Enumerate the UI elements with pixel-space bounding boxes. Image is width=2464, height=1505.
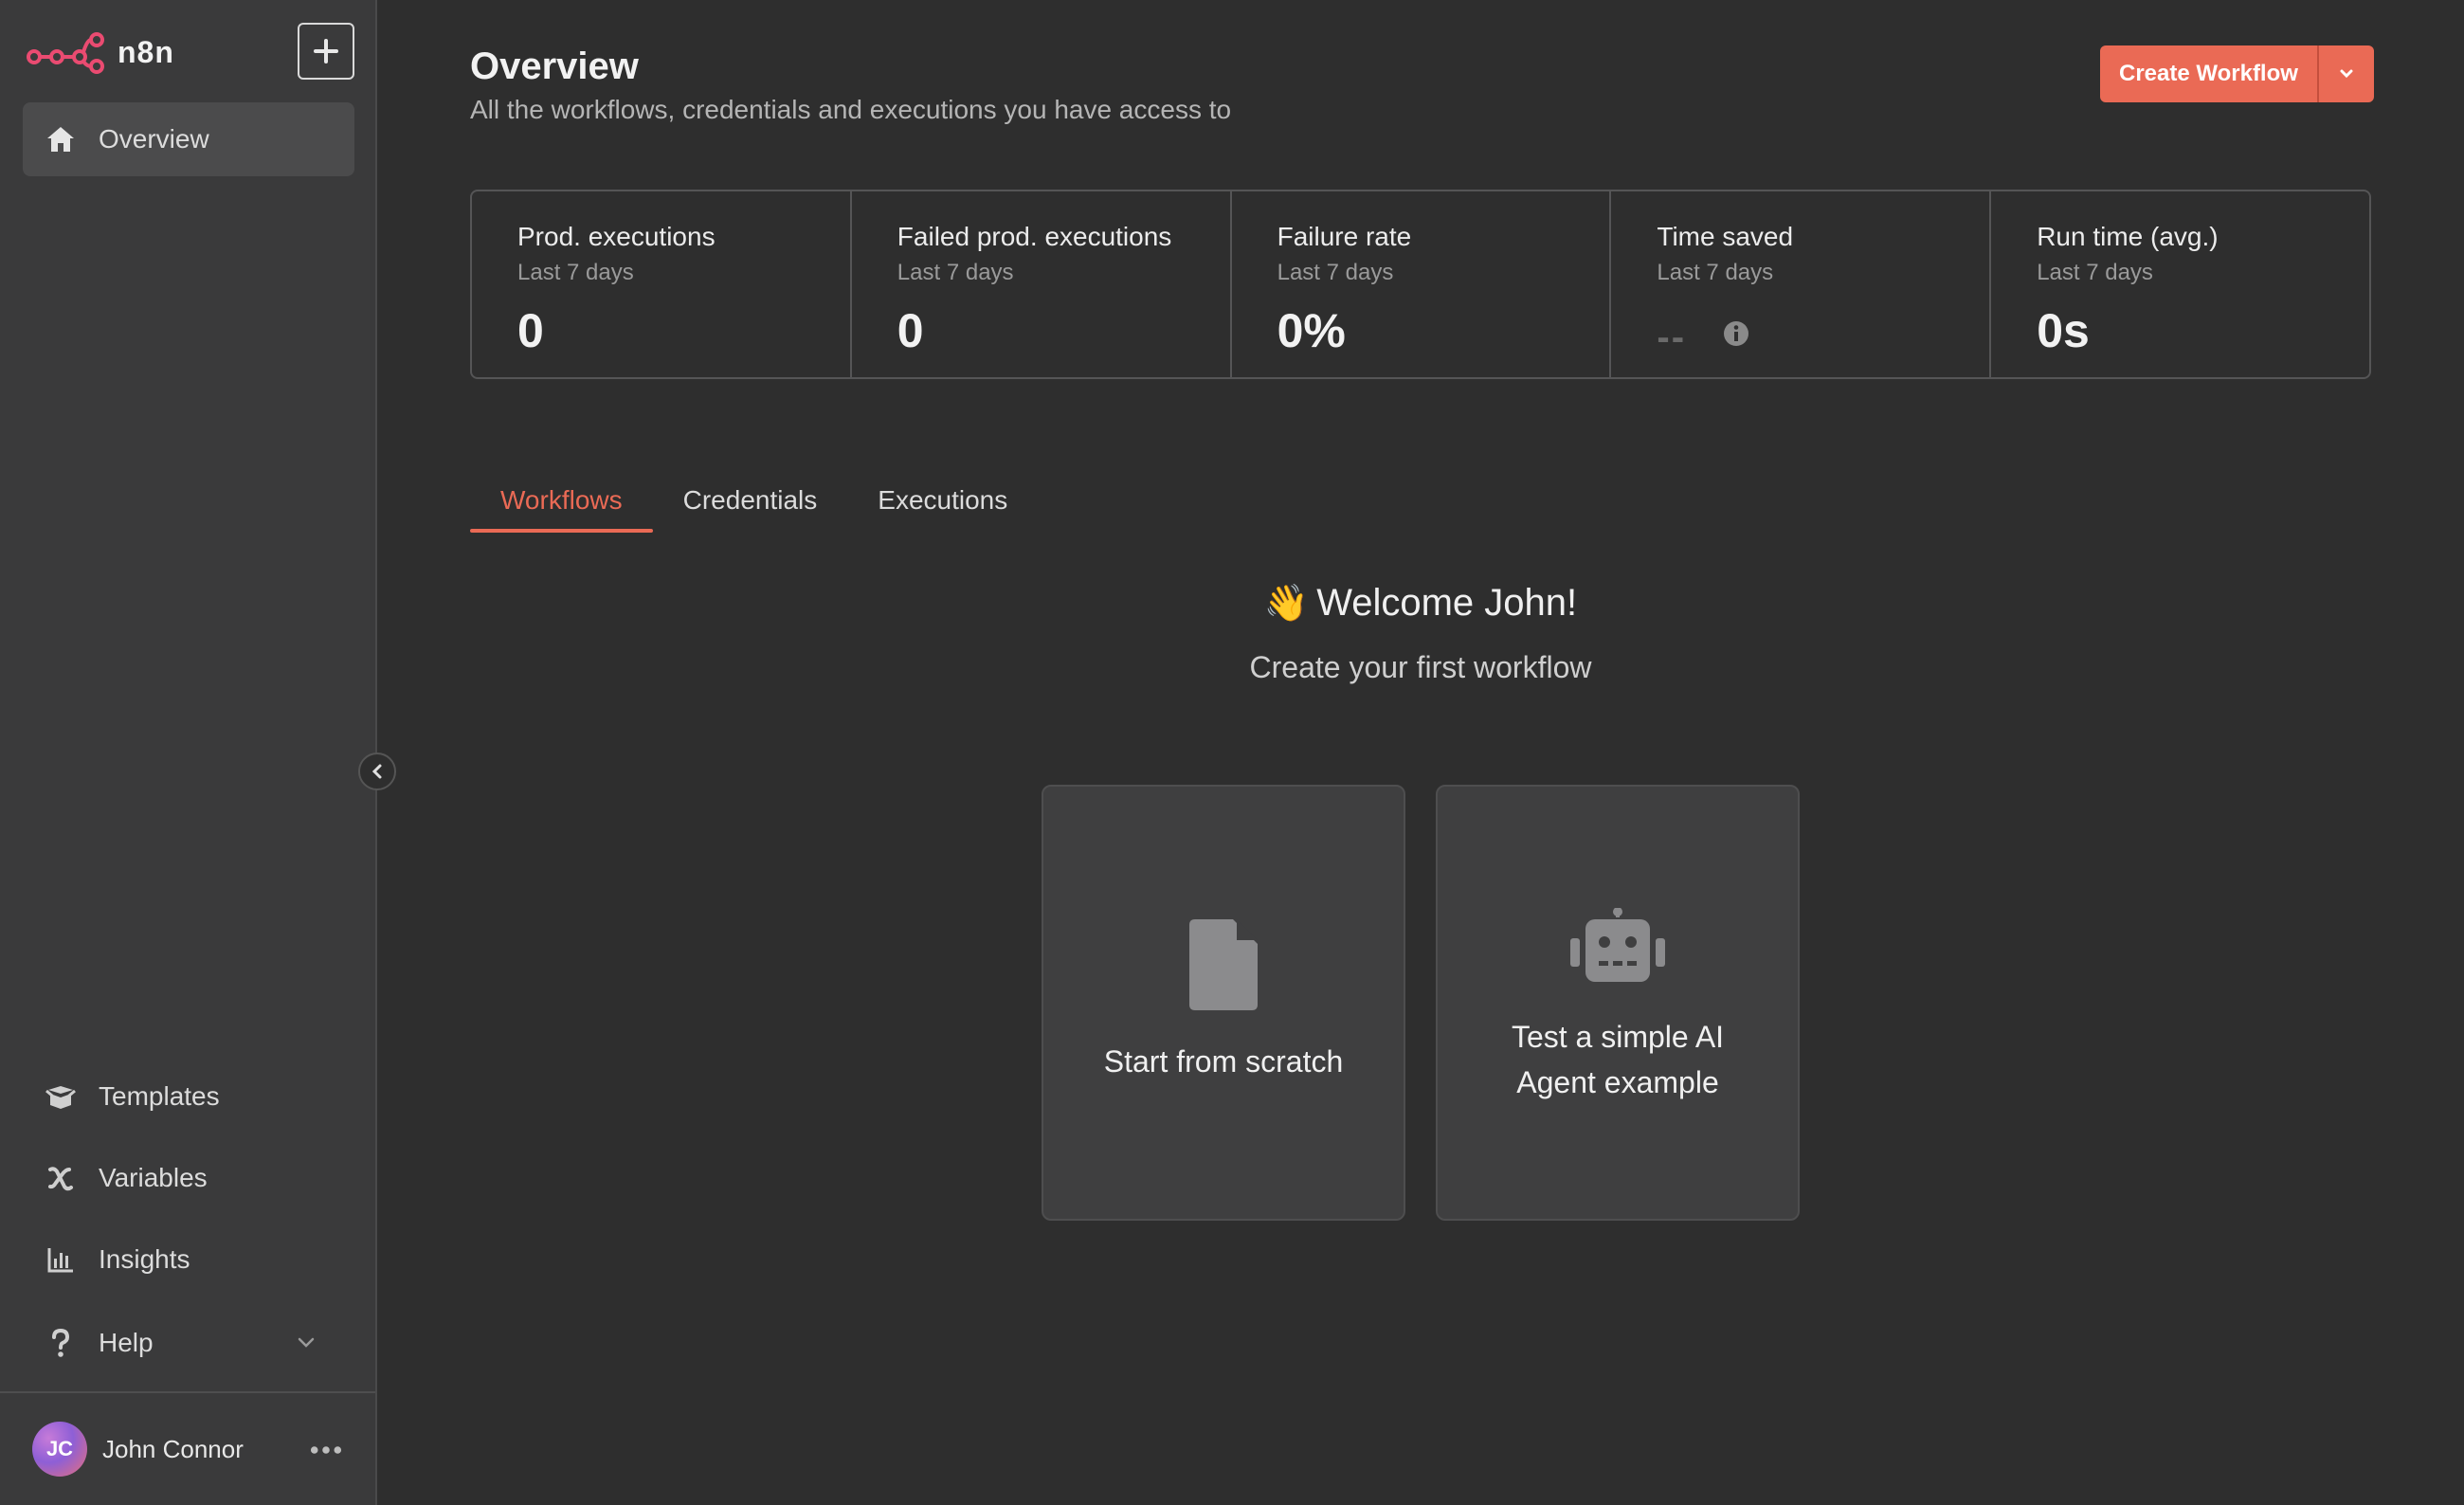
user-name: John Connor (102, 1434, 244, 1463)
more-options-button[interactable] (307, 1431, 345, 1469)
sidebar-item-variables[interactable]: Variables (23, 1141, 354, 1215)
stat-period: Last 7 days (2037, 260, 2153, 285)
waving-hand-icon: 👋 (1263, 584, 1310, 624)
new-item-button[interactable] (298, 23, 354, 80)
sidebar-item-templates[interactable]: Templates (23, 1060, 354, 1133)
chevron-down-icon (2340, 69, 2353, 79)
stat-prod-executions[interactable]: Prod. executions Last 7 days 0 (472, 191, 852, 377)
variable-icon (40, 1157, 82, 1199)
tab-workflows[interactable]: Workflows (470, 474, 653, 535)
stat-time-saved[interactable]: Time saved Last 7 days -- (1611, 191, 1992, 377)
sidebar-item-label: Insights (99, 1244, 190, 1274)
chart-bar-icon (40, 1239, 82, 1280)
stat-title: Failed prod. executions (897, 222, 1172, 251)
stat-value: 0s (2037, 304, 2090, 357)
stat-run-time-avg[interactable]: Run time (avg.) Last 7 days 0s (1991, 191, 2369, 377)
sidebar-divider (0, 1391, 375, 1393)
stat-failed-prod-executions[interactable]: Failed prod. executions Last 7 days 0 (852, 191, 1232, 377)
info-icon[interactable] (1723, 320, 1749, 347)
ai-agent-example-card[interactable]: Test a simple AI Agent example (1436, 785, 1800, 1221)
sidebar-item-label: Templates (99, 1081, 220, 1111)
create-options-dropdown[interactable] (2316, 45, 2374, 102)
tab-credentials[interactable]: Credentials (653, 474, 848, 535)
sidebar-item-label: Help (99, 1328, 154, 1357)
start-from-scratch-card[interactable]: Start from scratch (1042, 785, 1405, 1221)
insights-summary: Prod. executions Last 7 days 0 Failed pr… (470, 190, 2371, 379)
stat-title: Run time (avg.) (2037, 222, 2219, 251)
tab-bar: Workflows Credentials Executions (470, 474, 1038, 535)
create-workflow-button[interactable]: Create Workflow (2100, 45, 2317, 102)
box-open-icon (40, 1076, 82, 1117)
stat-title: Time saved (1657, 222, 1794, 251)
stat-value: 0 (897, 304, 924, 357)
n8n-logo-icon (27, 32, 104, 74)
ellipsis-icon (310, 1446, 342, 1454)
sidebar-item-insights[interactable]: Insights (23, 1223, 354, 1296)
user-menu[interactable]: JC John Connor (32, 1418, 345, 1480)
app-window: n8n Overview Templates Variables Insight… (0, 0, 2464, 1505)
stat-value: 0% (1277, 304, 1346, 357)
page-subtitle: All the workflows, credentials and execu… (470, 95, 1232, 124)
file-icon (1189, 919, 1258, 1010)
sidebar-item-help[interactable]: Help (23, 1306, 354, 1380)
brand-name: n8n (118, 34, 174, 69)
avatar: JC (32, 1422, 87, 1477)
create-workflow-group: Create Workflow (2100, 45, 2374, 102)
welcome-title: Welcome John! (1316, 582, 1578, 624)
sidebar-item-label: Overview (99, 124, 209, 154)
welcome-subtitle: Create your first workflow (1249, 650, 1592, 684)
brand[interactable]: n8n (27, 28, 174, 76)
card-label: Test a simple AI Agent example (1438, 1014, 1798, 1105)
chevron-down-icon (298, 1337, 315, 1348)
stat-period: Last 7 days (897, 260, 1014, 285)
card-label-line: Agent example (1516, 1065, 1719, 1099)
plus-icon (314, 39, 338, 63)
stat-value: -- (1657, 317, 1687, 358)
robot-icon (1570, 908, 1665, 982)
main-content: Overview All the workflows, credentials … (377, 0, 2464, 1505)
sidebar-item-overview[interactable]: Overview (23, 102, 354, 176)
home-icon (40, 118, 82, 160)
stat-title: Prod. executions (517, 222, 716, 251)
question-icon (40, 1322, 82, 1364)
page-title: Overview (470, 45, 639, 87)
tab-executions[interactable]: Executions (847, 474, 1038, 535)
sidebar: n8n Overview Templates Variables Insight… (0, 0, 377, 1505)
stat-value: 0 (517, 304, 544, 357)
card-label-line: Test a simple AI (1511, 1020, 1725, 1054)
stat-title: Failure rate (1277, 222, 1412, 251)
stat-period: Last 7 days (1277, 260, 1394, 285)
card-label: Start from scratch (1103, 1044, 1344, 1079)
stat-period: Last 7 days (517, 260, 634, 285)
welcome-heading: 👋 Welcome John! (377, 582, 2464, 625)
stat-period: Last 7 days (1657, 260, 1774, 285)
sidebar-item-label: Variables (99, 1163, 208, 1192)
stat-failure-rate[interactable]: Failure rate Last 7 days 0% (1232, 191, 1612, 377)
